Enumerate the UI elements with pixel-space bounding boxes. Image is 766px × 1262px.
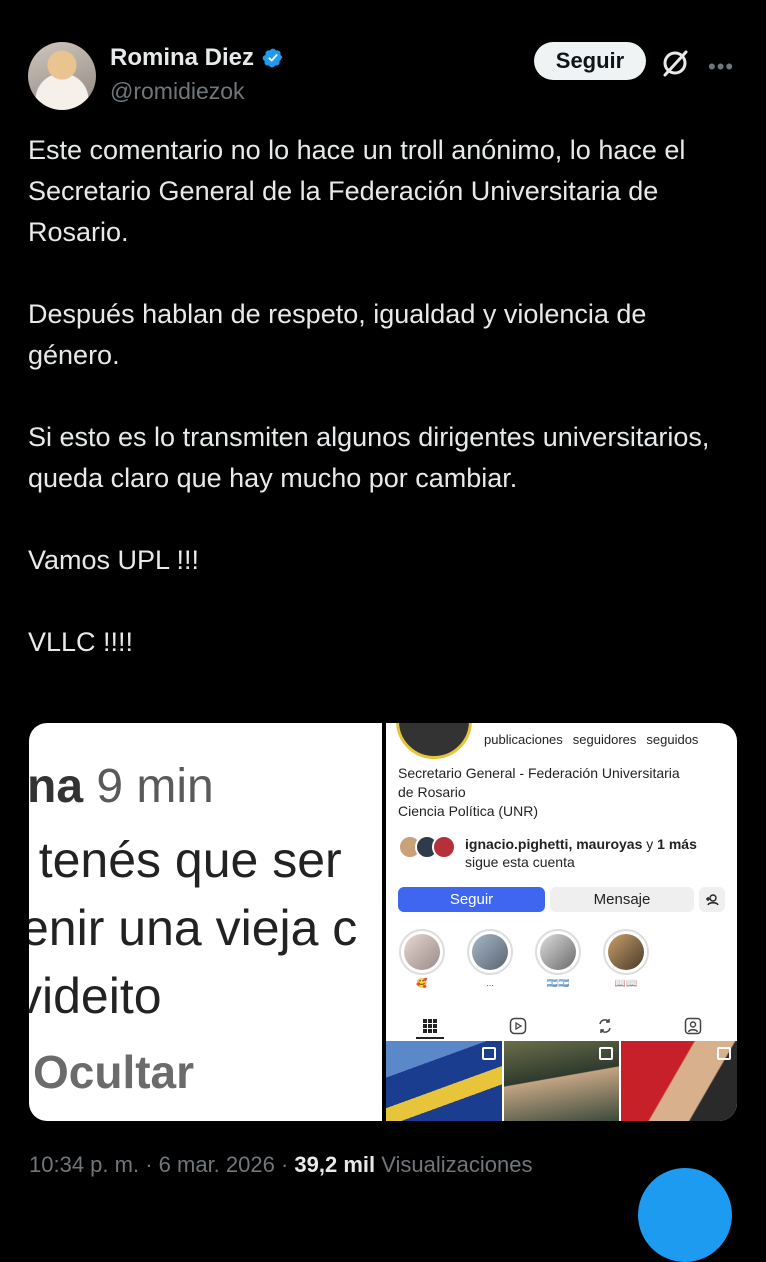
ig-highlight-label: 📖📖 <box>614 978 638 988</box>
comment-line: enir una vieja c <box>29 900 358 956</box>
compose-button[interactable] <box>638 1168 732 1262</box>
author-name[interactable]: Romina Diez <box>110 44 254 72</box>
meta-separator: · <box>280 1152 289 1177</box>
avatar <box>432 835 456 859</box>
ig-followed-avatars <box>398 835 456 859</box>
reel-icon <box>717 1047 732 1060</box>
media-image-comment-screenshot[interactable]: na 9 min e tenés que ser enir una vieja … <box>29 723 382 1121</box>
author-name-row[interactable]: Romina Diez <box>110 44 284 72</box>
tweet-meta: 10:34 p. m. · 6 mar. 2026 · 39,2 mil Vis… <box>29 1152 533 1178</box>
ig-highlight: 🥰 <box>398 929 446 989</box>
ig-highlight-label: 🇦🇷🇦🇷 <box>546 978 570 988</box>
verified-badge-icon[interactable] <box>262 47 284 69</box>
meta-separator: · <box>145 1152 153 1177</box>
ig-stat-label: seguidos <box>646 732 699 747</box>
grok-icon[interactable] <box>660 48 690 83</box>
ig-highlight-label: 🥰 <box>416 978 428 988</box>
ig-post-thumbnail <box>503 1041 620 1121</box>
ig-highlight: ... <box>466 929 514 989</box>
avatar[interactable] <box>28 42 96 110</box>
ig-message-button: Mensaje <box>550 887 694 912</box>
ig-bio: Secretario General - Federación Universi… <box>398 764 680 821</box>
follow-button[interactable]: Seguir <box>534 42 646 80</box>
ig-post-thumbnail <box>386 1041 502 1121</box>
grid-icon <box>410 1018 450 1034</box>
add-user-icon <box>699 887 725 912</box>
ig-post-thumbnail <box>621 1041 737 1121</box>
ig-highlight-label: ... <box>486 978 494 988</box>
reel-icon <box>481 1047 496 1060</box>
reel-icon <box>599 1047 614 1060</box>
ig-followed-suffix: sigue esta cuenta <box>465 854 575 870</box>
media-grid: na 9 min e tenés que ser enir una vieja … <box>29 723 737 1121</box>
reposts-icon <box>585 1017 625 1035</box>
ig-bio-line: Ciencia Política (UNR) <box>398 803 539 819</box>
ig-post-grid <box>386 1041 737 1121</box>
ig-active-tab-indicator <box>416 1037 444 1039</box>
comment-time: 9 min <box>96 760 214 813</box>
comment-line: e tenés que ser <box>29 832 342 888</box>
views-label: Visualizaciones <box>381 1152 533 1177</box>
ig-highlight: 🇦🇷🇦🇷 <box>534 929 582 989</box>
ig-followed-conj: y <box>646 836 654 852</box>
reels-icon <box>498 1017 538 1035</box>
comment-hide-label: Ocultar <box>33 1046 195 1098</box>
ig-followed-text: ignacio.pighetti, mauroyas y 1 más sigue… <box>465 835 697 871</box>
ig-followed-names: ignacio.pighetti, mauroyas <box>465 836 643 852</box>
comment-author-name: na <box>29 760 84 813</box>
more-icon[interactable]: ••• <box>708 54 734 80</box>
author-handle[interactable]: @romidiezok <box>110 78 245 105</box>
ig-highlights: 🥰 ... 🇦🇷🇦🇷 📖📖 <box>398 929 650 989</box>
comment-author-line: na 9 min <box>29 759 214 814</box>
tweet-time[interactable]: 10:34 p. m. <box>29 1152 139 1177</box>
views-count: 39,2 mil <box>294 1152 376 1177</box>
ig-followed-more: 1 más <box>657 836 697 852</box>
ig-bio-line: de Rosario <box>398 784 466 800</box>
ig-highlight: 📖📖 <box>602 929 650 989</box>
media-image-instagram-profile[interactable]: publicaciones seguidores seguidos Secret… <box>386 723 737 1121</box>
tweet-date[interactable]: 6 mar. 2026 <box>159 1152 275 1177</box>
ig-follow-button: Seguir <box>398 887 545 912</box>
ig-stat-label: seguidores <box>572 732 637 747</box>
ig-followed-by: ignacio.pighetti, mauroyas y 1 más sigue… <box>398 835 697 871</box>
ig-stat-label: publicaciones <box>484 732 563 747</box>
tweet-text: Este comentario no lo hace un troll anón… <box>28 135 710 657</box>
tweet-header: Romina Diez @romidiezok Seguir ••• <box>28 40 736 110</box>
comment-line: videito <box>29 968 162 1024</box>
ig-bio-line: Secretario General - Federación Universi… <box>398 765 680 781</box>
tagged-icon <box>673 1017 713 1035</box>
ig-stats: publicaciones seguidores seguidos <box>484 732 698 747</box>
ig-profile-picture <box>396 723 472 759</box>
